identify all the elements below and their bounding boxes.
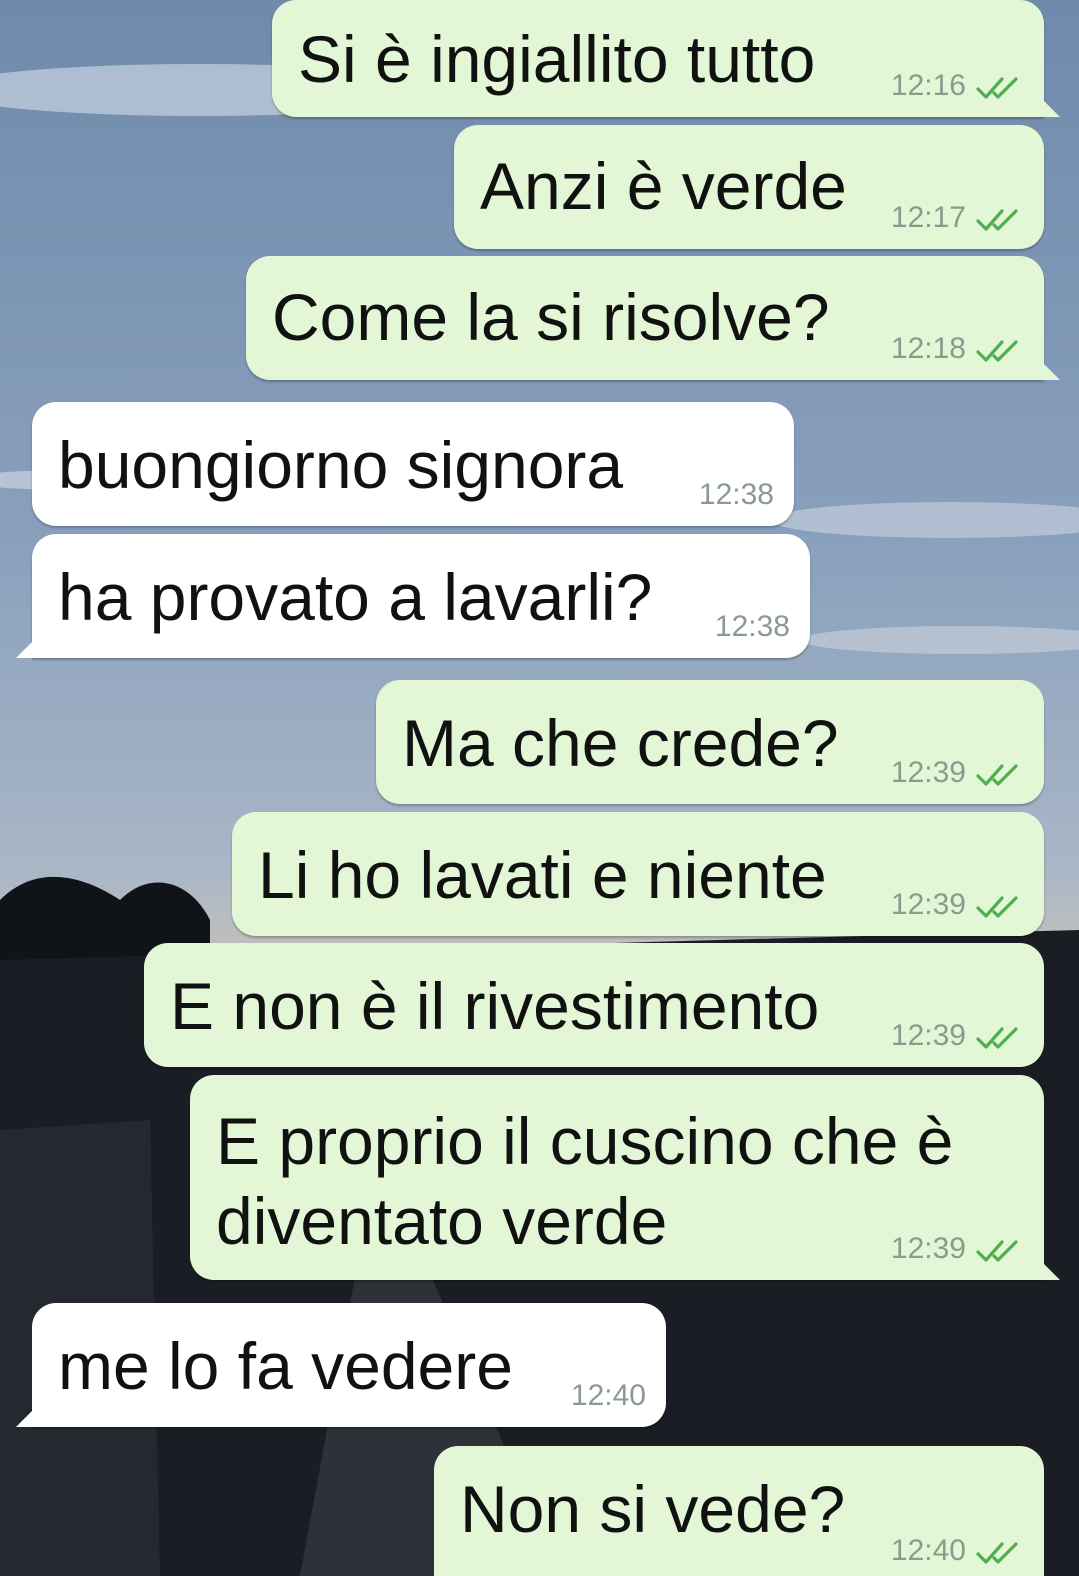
message-bubble[interactable]: E non è il rivestimento 12:39 <box>144 943 1044 1067</box>
read-double-check-icon <box>976 1027 1018 1049</box>
message-timestamp: 12:18 <box>890 332 966 365</box>
message-text: E non è il rivestimento <box>170 969 820 1043</box>
message-text: Ma che crede? <box>402 706 839 780</box>
message-bubble[interactable]: Come la si risolve? 12:18 <box>246 256 1044 380</box>
read-double-check-icon <box>976 1542 1018 1564</box>
message-timestamp: 12:38 <box>714 610 790 643</box>
message-text: Si è ingiallito tutto <box>298 22 816 96</box>
message-text: E proprio il cuscino che è diventato ver… <box>216 1104 954 1258</box>
message-timestamp: 12:40 <box>890 1534 966 1567</box>
message-bubble[interactable]: Non si vede? 12:40 <box>434 1446 1044 1576</box>
read-double-check-icon <box>976 209 1018 231</box>
read-double-check-icon <box>976 1240 1018 1262</box>
message-text: me lo fa vedere <box>58 1329 513 1403</box>
message-text: Non si vede? <box>460 1472 846 1546</box>
message-timestamp: 12:38 <box>698 478 774 511</box>
read-double-check-icon <box>976 77 1018 99</box>
message-bubble[interactable]: Ma che crede? 12:39 <box>376 680 1044 804</box>
message-text: buongiorno signora <box>58 428 624 502</box>
message-bubble[interactable]: buongiorno signora 12:38 <box>32 402 794 526</box>
message-timestamp: 12:16 <box>890 69 966 102</box>
message-timestamp: 12:39 <box>890 756 966 789</box>
message-bubble[interactable]: me lo fa vedere 12:40 <box>32 1303 666 1427</box>
message-timestamp: 12:39 <box>890 1232 966 1265</box>
read-double-check-icon <box>976 340 1018 362</box>
message-bubble[interactable]: Li ho lavati e niente 12:39 <box>232 812 1044 936</box>
message-text: Anzi è verde <box>480 149 847 223</box>
message-timestamp: 12:40 <box>570 1379 646 1412</box>
message-bubble[interactable]: Anzi è verde 12:17 <box>454 125 1044 249</box>
message-bubble[interactable]: Si è ingiallito tutto 12:16 <box>272 0 1044 117</box>
message-text: Li ho lavati e niente <box>258 838 827 912</box>
message-bubble[interactable]: ha provato a lavarli? 12:38 <box>32 534 810 658</box>
message-text: ha provato a lavarli? <box>58 560 653 634</box>
read-double-check-icon <box>976 764 1018 786</box>
message-timestamp: 12:17 <box>890 201 966 234</box>
read-double-check-icon <box>976 896 1018 918</box>
message-timestamp: 12:39 <box>890 888 966 921</box>
message-text: Come la si risolve? <box>272 280 830 354</box>
message-timestamp: 12:39 <box>890 1019 966 1052</box>
message-bubble[interactable]: E proprio il cuscino che è diventato ver… <box>190 1075 1044 1280</box>
